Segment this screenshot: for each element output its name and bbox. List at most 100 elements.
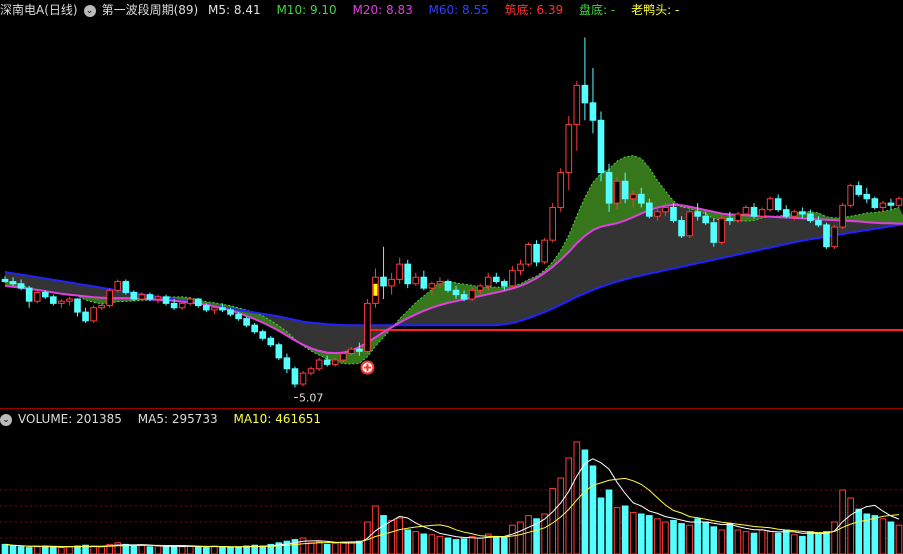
volume-legend: VOLUME: 201385: [18, 412, 128, 426]
candle: [58, 299, 65, 308]
candle: [82, 307, 89, 323]
volume-bar: [50, 546, 57, 554]
candle-body: [863, 193, 871, 200]
m60-label: M60:: [428, 3, 459, 17]
candle-body: [549, 206, 556, 241]
volume-bar: [670, 519, 677, 554]
volume-bar: [710, 526, 718, 554]
price-chart[interactable]: 5.07: [0, 20, 903, 408]
volume-bar: [718, 529, 726, 554]
candle-body: [396, 263, 403, 280]
candle-body: [146, 294, 154, 300]
candle-body: [267, 337, 275, 346]
volume-bar: [646, 515, 653, 554]
volume-label: VOLUME:: [18, 412, 73, 426]
m5-value: 8.41: [233, 3, 261, 17]
candle: [533, 240, 540, 267]
volume-bar: [525, 515, 532, 554]
volume-bar: [702, 521, 710, 554]
volume-bar: [315, 541, 323, 554]
candle-body: [807, 213, 814, 222]
candle-body: [25, 287, 33, 302]
candle-body: [299, 372, 307, 385]
candle-body: [211, 307, 218, 311]
candle: [259, 329, 267, 341]
chevron-down-icon[interactable]: ⌄: [83, 4, 96, 17]
volume-bar: [790, 534, 798, 554]
candle: [525, 242, 532, 267]
candle-body: [364, 302, 371, 352]
candle: [839, 203, 846, 230]
pandi-legend: 盘底: -: [579, 3, 621, 17]
candle-body: [41, 291, 49, 298]
volume-bar: [9, 545, 17, 554]
laoyatou-value: -: [674, 3, 680, 17]
m20-legend: M20: 8.83: [353, 3, 419, 17]
candle: [895, 196, 903, 208]
candle: [396, 257, 403, 284]
candle-body: [154, 296, 162, 300]
candle-body: [533, 244, 540, 263]
volume-bar: [323, 543, 331, 554]
candle-body: [82, 311, 89, 322]
candle: [380, 246, 387, 300]
candle: [581, 37, 589, 121]
candle-body: [823, 224, 830, 248]
m10-band: [5, 155, 903, 364]
volume-bar: [444, 537, 452, 554]
volume-bar: [259, 545, 267, 554]
volume-bar: [509, 524, 516, 554]
volume-bar: [178, 546, 186, 554]
candle-body: [855, 185, 863, 195]
volume-bar: [492, 535, 500, 554]
zhudi-value: 6.39: [536, 3, 564, 17]
candle: [275, 342, 283, 361]
volume-bar: [565, 457, 573, 554]
candle-body: [758, 209, 766, 217]
candle: [114, 279, 122, 293]
candle: [122, 279, 130, 295]
candle-body: [130, 291, 138, 300]
volume-bar: [766, 531, 774, 554]
volume-bar: [146, 546, 154, 554]
volume-bar: [758, 529, 766, 554]
candle: [871, 196, 879, 210]
candle: [823, 222, 830, 249]
candle: [782, 205, 790, 219]
candle-body: [428, 283, 436, 289]
candle-body: [509, 270, 516, 287]
volume-chart[interactable]: [0, 429, 903, 554]
volume-bar: [90, 545, 97, 554]
candle: [863, 187, 871, 204]
candle-body: [589, 102, 597, 121]
candle: [283, 353, 291, 374]
volume-bar: [895, 524, 903, 554]
candle: [267, 336, 275, 347]
volume-bar: [605, 489, 613, 554]
buy-signal-icon: [360, 360, 375, 375]
chevron-down-icon[interactable]: ⌄: [0, 413, 12, 426]
candle-body: [33, 291, 41, 302]
candle: [597, 111, 605, 182]
volume-bar: [831, 521, 838, 554]
candle-body: [742, 206, 750, 215]
volume-bar: [154, 545, 162, 554]
candle-body: [517, 263, 524, 272]
candle-body: [235, 313, 242, 320]
candle: [718, 216, 726, 245]
candle-body: [122, 281, 130, 293]
candle-body: [476, 285, 484, 291]
ma5-label: MA5:: [137, 412, 169, 426]
volume-bar: [41, 545, 49, 554]
candle-body: [654, 211, 661, 217]
candle-body: [291, 368, 299, 385]
candle: [33, 290, 41, 304]
candle: [98, 303, 105, 310]
candle-body: [243, 318, 250, 326]
volume-bar: [74, 545, 81, 554]
candle: [847, 183, 854, 208]
m10-legend: M10: 9.10: [276, 3, 342, 17]
candle-body: [420, 276, 428, 289]
candle-body: [726, 217, 734, 222]
m5-legend: M5: 8.41: [208, 3, 267, 17]
